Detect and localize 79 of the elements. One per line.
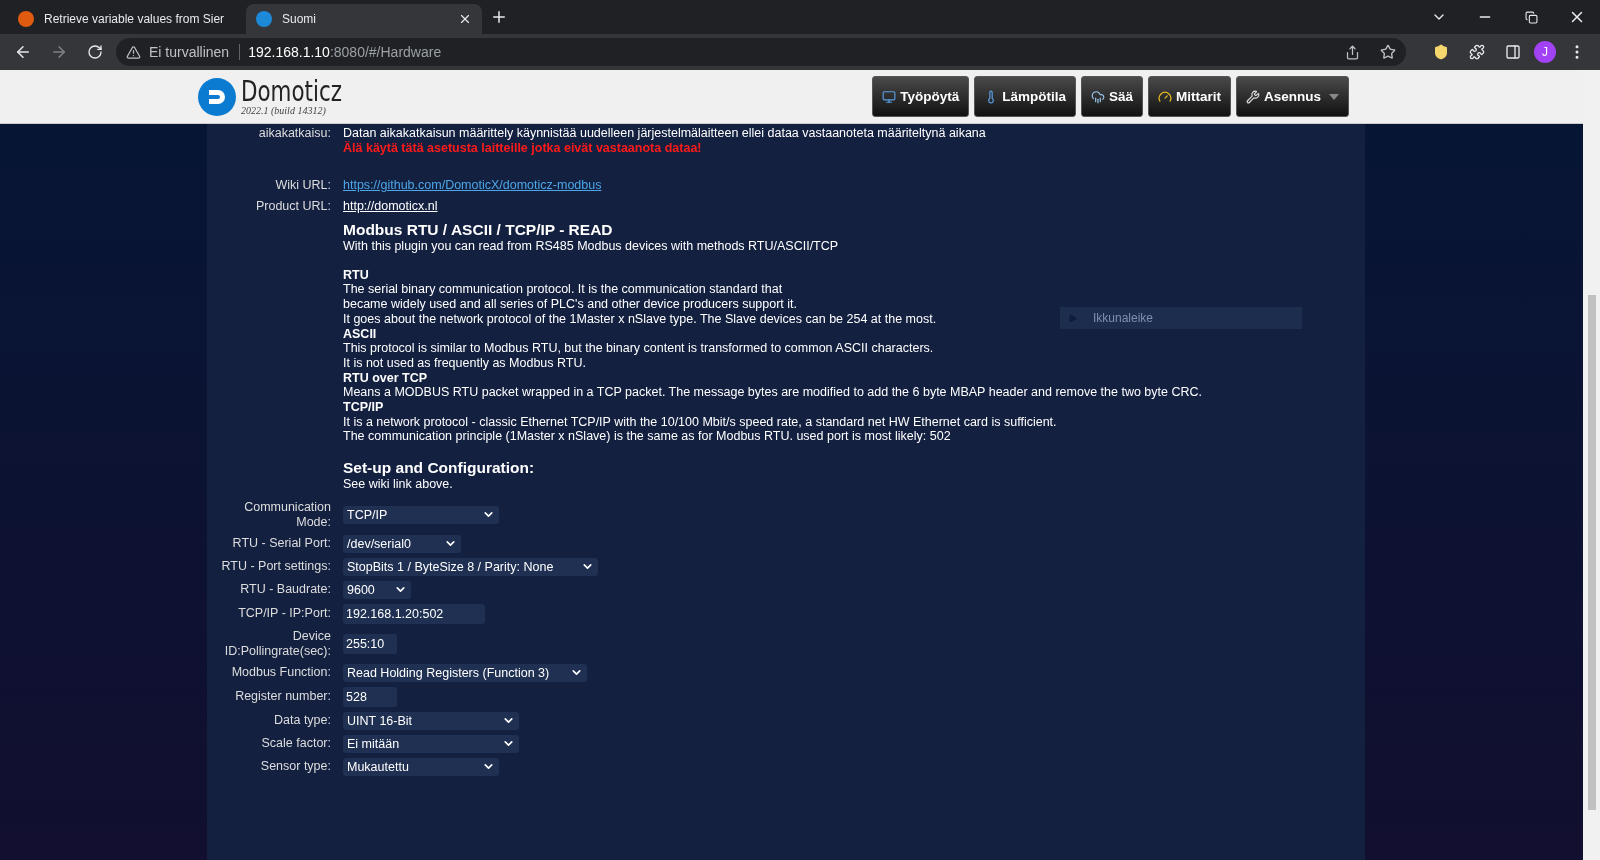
field-label: aikakatkaisu: — [257, 126, 331, 141]
description-text: It is a network protocol - classic Ethernet TCP/IP with the 10/100 Mbit/s speed rate, a standard net HW Ethernet card is sufficient. — [343, 414, 1057, 430]
field-label: TCP/IP - IP:Port: — [237, 606, 331, 622]
new-tab-icon[interactable] — [490, 8, 508, 26]
section-title: Modbus RTU / ASCII / TCP/IP - READ — [343, 220, 614, 239]
dropdown[interactable]: StopBits 1 / ByteSize 8 / Parity: None — [343, 557, 598, 576]
dropdown[interactable]: Ei mitään — [343, 734, 519, 753]
description-text: It is not used as frequently as Modbus RTU. — [343, 355, 586, 371]
dropdown[interactable]: Read Holding Registers (Function 3) — [343, 663, 587, 682]
description-text: The serial binary communication protocol. It is the communication standard that — [343, 282, 783, 298]
help-text: Datan aikakatkaisun määrittely käynnistää uudelleen järjestelmälaitteen ellei dataa vastaanoteta määriteltynä aikana — [343, 126, 987, 141]
logo-text: Domoticz — [241, 77, 342, 106]
wrench-icon — [1246, 89, 1260, 104]
version-text: 2022.1 (build 14312) — [241, 105, 327, 116]
address-bar[interactable]: Ei turvallinen 192.168.1.10:8080/#/Hardware — [116, 38, 1406, 66]
dropdown[interactable]: TCP/IP — [343, 505, 499, 524]
description-text: Means a MODBUS RTU packet wrapped in a TCP packet. The message bytes are modified to add the 6 byte MBAP header and remove the two byte CRC. — [343, 385, 1202, 401]
browser-tab[interactable]: Suomi — [246, 4, 482, 34]
snip-toolbar[interactable]: Ikkunaleike — [1060, 307, 1302, 329]
url-link[interactable]: http://domoticx.nl — [343, 199, 438, 213]
description-text: With this plugin you can read from RS485 Modbus devices with methods RTU/ASCII/TCP — [343, 239, 839, 254]
warning-text: Älä käytä tätä asetusta laitteille jotka eivät vastaanota dataa! — [343, 141, 703, 156]
extensions-icon[interactable] — [1469, 44, 1485, 60]
favicon-icon — [256, 11, 272, 27]
description-text: This protocol is similar to Modbus RTU, but the binary content is transformed to common ASCII characters. — [343, 341, 934, 356]
description-text: The communication principle (1Master x nSlave) is the same as for Modbus RTU. used port is most likely: 502 — [343, 429, 951, 445]
description-text: See wiki link above. — [343, 477, 453, 492]
dropdown[interactable]: UINT 16-Bit — [343, 711, 519, 730]
dropdown[interactable]: 9600 — [343, 580, 411, 599]
field-label: Wiki URL: — [274, 178, 331, 193]
logo-icon — [197, 76, 237, 117]
snip-label: Ikkunaleike — [1093, 311, 1154, 325]
field-label: RTU - Port settings: — [220, 559, 331, 575]
field-label: Register number: — [234, 689, 331, 705]
profile-avatar[interactable]: J — [1534, 41, 1556, 63]
description-text: It goes about the network protocol of the 1Master x nSlave type. The Slave devices can be 254 at the most. — [343, 311, 937, 327]
url-link[interactable]: https://github.com/DomoticX/domoticz-modbus — [343, 178, 602, 192]
description-text: became widely used and all series of PLC's and other device producers support it. — [343, 297, 798, 312]
nav-button[interactable]: Mittarit — [1148, 76, 1231, 117]
field-label: Communication Mode: — [243, 499, 331, 530]
field-label: Scale factor: — [260, 736, 331, 752]
star-icon[interactable] — [1380, 44, 1396, 60]
dropdown[interactable]: /dev/serial0 — [343, 534, 461, 553]
side-panel-icon[interactable] — [1505, 44, 1521, 60]
nav-button[interactable]: Asennus — [1236, 76, 1349, 117]
field-label: RTU - Baudrate: — [239, 582, 331, 598]
close-icon[interactable] — [458, 12, 472, 26]
section-subheading: ASCII — [343, 326, 378, 342]
section-subheading: RTU over TCP — [343, 370, 429, 386]
scrollbar[interactable] — [1583, 70, 1600, 860]
field-label: Sensor type: — [259, 759, 331, 775]
nav-button[interactable]: Työpöytä — [872, 76, 970, 117]
favicon-icon — [18, 11, 34, 27]
restore-icon[interactable] — [1524, 10, 1538, 24]
field-label: Product URL: — [254, 199, 331, 214]
share-icon[interactable] — [1345, 44, 1360, 60]
gauge-icon — [1158, 89, 1172, 104]
section-title: Set-up and Configuration: — [343, 458, 536, 478]
input-field[interactable]: 192.168.1.20:502 — [343, 603, 485, 624]
rain-cloud-icon — [1090, 89, 1105, 104]
nav-button[interactable]: Sää — [1080, 76, 1143, 117]
warning-icon — [126, 44, 141, 60]
url-text: 192.168.1.10:8080/#/Hardware — [248, 44, 442, 60]
shield-icon[interactable] — [1433, 44, 1449, 60]
nav-button[interactable]: Lämpötila — [974, 76, 1076, 117]
section-subheading: TCP/IP — [343, 400, 385, 415]
field-label: RTU - Serial Port: — [231, 536, 331, 552]
monitor-icon — [882, 89, 897, 104]
back-icon[interactable] — [14, 43, 32, 61]
field-label: Device ID:Pollingrate(sec): — [223, 628, 331, 659]
reload-icon[interactable] — [87, 44, 103, 60]
input-field[interactable]: 255:10 — [343, 633, 397, 654]
dropdown[interactable]: Mukautettu — [343, 757, 499, 776]
field-label: Modbus Function: — [230, 665, 331, 681]
section-subheading: RTU — [343, 267, 370, 283]
forward-icon[interactable] — [50, 43, 68, 61]
input-field[interactable]: 528 — [343, 686, 397, 707]
field-label: Data type: — [273, 713, 331, 729]
security-label: Ei turvallinen — [149, 44, 241, 60]
